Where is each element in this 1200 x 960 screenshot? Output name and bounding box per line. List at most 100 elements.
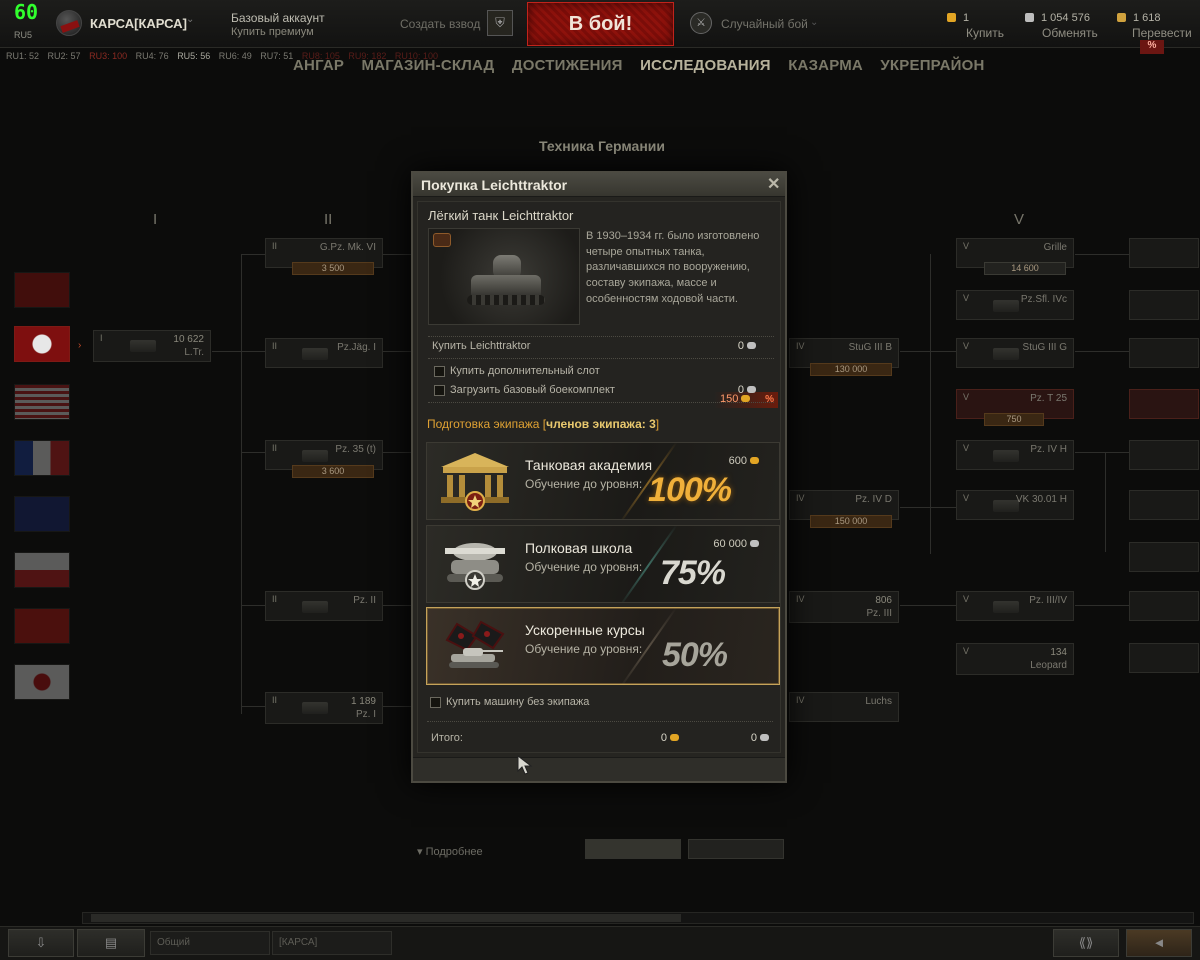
battle-mode-icon[interactable]: ⚔: [690, 12, 712, 34]
tree-node-partial[interactable]: [1129, 542, 1199, 572]
tree-node-vk3001h[interactable]: V VK 30.01 H: [956, 490, 1074, 520]
node-xp: 10 622: [173, 334, 204, 345]
node-name: G.Pz. Mk. VI: [319, 242, 376, 253]
chat-channel-clan[interactable]: [КАРСА]: [272, 931, 392, 955]
tree-node-partial[interactable]: [1129, 290, 1199, 320]
main-nav: АНГАР МАГАЗИН-СКЛАД ДОСТИЖЕНИЯ ИССЛЕДОВА…: [293, 57, 997, 75]
chevron-down-icon[interactable]: ⌄: [810, 17, 818, 28]
node-tier: V: [963, 646, 970, 656]
tab-barracks[interactable]: КАЗАРМА: [788, 57, 863, 74]
chevron-down-icon[interactable]: ⌄: [186, 14, 194, 25]
tree-node-partial[interactable]: [1129, 440, 1199, 470]
tree-line: [900, 351, 956, 352]
flag-czech[interactable]: [14, 552, 70, 588]
tree-node-partial[interactable]: [1129, 591, 1199, 621]
player-name[interactable]: КАРСА[КАРСА]: [90, 16, 187, 31]
exchange-button[interactable]: Обменять: [1042, 26, 1098, 40]
tree-node-luchs[interactable]: IV Luchs: [789, 692, 899, 722]
tree-node-pz1[interactable]: II 1 189 Pz. I: [265, 692, 383, 724]
tab-achievements[interactable]: ДОСТИЖЕНИЯ: [512, 57, 623, 74]
flag-china[interactable]: [14, 608, 70, 644]
buy-tank-label: Купить Leichttraktor: [432, 340, 531, 352]
crew-option-subtitle: Обучение до уровня:: [525, 642, 643, 656]
no-crew-checkbox[interactable]: [430, 697, 441, 708]
node-name: Luchs: [865, 696, 892, 707]
crew-option-academy[interactable]: Танковая академия Обучение до уровня: 60…: [426, 442, 780, 520]
buy-premium-link[interactable]: Купить премиум: [231, 26, 314, 38]
tab-stronghold[interactable]: УКРЕПРАЙОН: [880, 57, 984, 74]
buy-gold-button[interactable]: Купить: [966, 26, 1004, 40]
convert-xp-button[interactable]: Перевести: [1132, 26, 1192, 40]
tree-line: [241, 605, 266, 606]
total-gold: 0: [639, 732, 679, 744]
flag-france[interactable]: [14, 440, 70, 476]
tree-node-partial[interactable]: [1129, 389, 1199, 419]
node-name: Pz. IV H: [1030, 444, 1067, 455]
chat-button[interactable]: ▤: [77, 929, 145, 957]
crew-option-percent: 50%: [661, 636, 728, 674]
tank-icon: [993, 450, 1019, 462]
slot-label[interactable]: Купить дополнительный слот: [450, 365, 600, 377]
battle-mode-select[interactable]: Случайный бой: [721, 17, 808, 31]
courses-icon: [445, 620, 505, 668]
tank-tracks: [467, 295, 545, 305]
tree-node-pz2[interactable]: II Pz. II: [265, 591, 383, 621]
service-button[interactable]: ⟪⟫: [1053, 929, 1119, 957]
total-gold-value: 0: [660, 732, 667, 744]
node-tier: V: [963, 241, 970, 251]
crew-option-name: Полковая школа: [525, 540, 633, 556]
tree-node-partial[interactable]: [1129, 338, 1199, 368]
tree-action-button[interactable]: [585, 839, 681, 859]
notifications-button[interactable]: ◄: [1126, 929, 1192, 957]
platoon-icon[interactable]: ⛨: [487, 10, 513, 36]
contacts-button[interactable]: ⇩: [8, 929, 74, 957]
horizontal-scrollbar[interactable]: [82, 912, 1194, 924]
details-label: Подробнее: [425, 846, 483, 858]
tree-line: [383, 706, 411, 707]
node-name: Leopard: [1030, 660, 1067, 671]
tab-shop[interactable]: МАГАЗИН-СКЛАД: [362, 57, 495, 74]
tree-action-button[interactable]: [688, 839, 784, 859]
tab-research[interactable]: ИССЛЕДОВАНИЯ: [640, 57, 771, 74]
flag-uk[interactable]: [14, 496, 70, 532]
tree-node-ltr[interactable]: I 10 622 L.Tr.: [93, 330, 211, 362]
node-name: Pz. T 25: [1030, 393, 1067, 404]
create-platoon-button[interactable]: Создать взвод: [400, 17, 480, 31]
tree-node-stug3g[interactable]: V StuG III G: [956, 338, 1074, 368]
tree-node-pzjag[interactable]: II Pz.Jäg. I: [265, 338, 383, 368]
node-name: Pz. IV D: [855, 494, 892, 505]
crew-option-courses[interactable]: Ускоренные курсы Обучение до уровня: 50%: [426, 607, 780, 685]
node-xp: 1 189: [350, 696, 376, 707]
tree-node-pz4h[interactable]: V Pz. IV H: [956, 440, 1074, 470]
no-crew-label[interactable]: Купить машину без экипажа: [446, 696, 589, 708]
crew-option-school[interactable]: Полковая школа Обучение до уровня: 60 00…: [426, 525, 780, 603]
tree-node-pz3[interactable]: IV 806 Pz. III: [789, 591, 899, 623]
tree-node-partial[interactable]: [1129, 643, 1199, 673]
flag-germany[interactable]: [14, 326, 70, 362]
tree-line: [383, 351, 411, 352]
tree-node-pz34[interactable]: V Pz. III/IV: [956, 591, 1074, 621]
tab-hangar[interactable]: АНГАР: [293, 57, 344, 74]
ammo-checkbox[interactable]: [434, 385, 445, 396]
details-toggle[interactable]: ▾ Подробнее: [417, 845, 483, 858]
tank-name: Лёгкий танк Leichttraktor: [428, 208, 574, 223]
scrollbar-thumb[interactable]: [91, 914, 681, 922]
clan-emblem-icon[interactable]: [56, 10, 82, 36]
tree-node-leopard[interactable]: V 134 Leopard: [956, 643, 1074, 675]
node-name: StuG III B: [848, 342, 892, 353]
flag-japan[interactable]: [14, 664, 70, 700]
close-icon[interactable]: ✕: [767, 174, 780, 194]
tree-node-partial[interactable]: [1129, 490, 1199, 520]
tree-node-partial[interactable]: [1129, 238, 1199, 268]
credits-icon: [747, 386, 756, 393]
tank-class-badge-icon: [433, 233, 451, 247]
tree-node-pzsfl[interactable]: V Pz.Sfl. IVc: [956, 290, 1074, 320]
flag-ussr[interactable]: [14, 272, 70, 308]
ammo-label[interactable]: Загрузить базовый боекомплект: [450, 384, 615, 396]
battle-button[interactable]: В бой!: [527, 2, 674, 46]
purchase-dialog: Покупка Leichttraktor ✕ Лёгкий танк Leic…: [411, 171, 787, 783]
chat-channel-general[interactable]: Общий: [150, 931, 270, 955]
slot-checkbox[interactable]: [434, 366, 445, 377]
cursor-icon: [517, 755, 533, 775]
flag-usa[interactable]: [14, 384, 70, 420]
